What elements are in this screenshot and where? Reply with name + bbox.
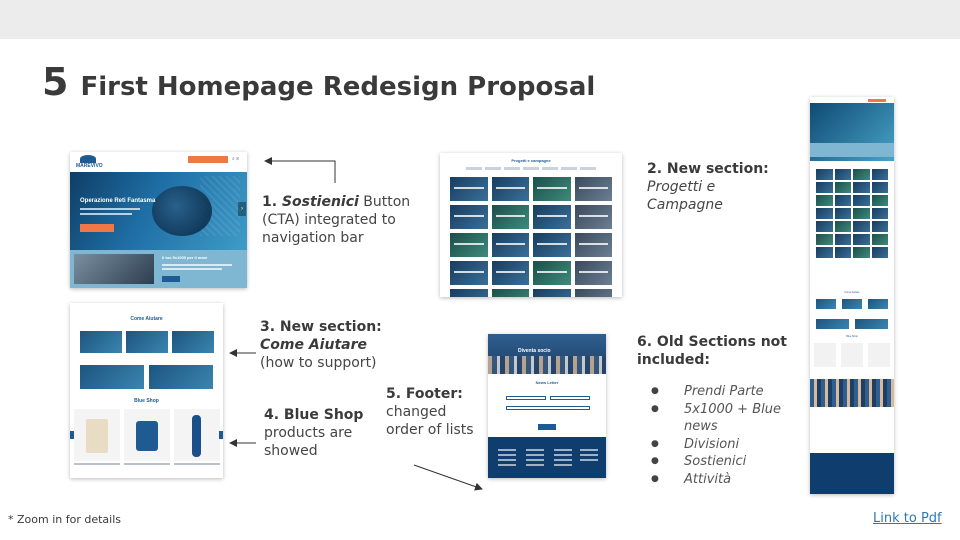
footer-screenshot: Diventa socio News Letter <box>488 334 606 478</box>
mock-carousel-arrow-icon: › <box>238 202 246 216</box>
list-item: Sostienici <box>651 453 801 471</box>
marevivo-logo: MAREVIVO <box>76 155 103 169</box>
slide-title: 5 First Homepage Redesign Proposal <box>42 60 595 104</box>
slide-title-text: First Homepage Redesign Proposal <box>80 72 596 102</box>
note-footer: 5. Footer: changed order of lists <box>386 386 474 438</box>
note-blue-shop: 4. Blue Shop products are showed <box>264 407 364 459</box>
mock-nav-bar: MAREVIVO ⌕ ≡ <box>70 152 247 172</box>
note-projects-section: 2. New section: Progetti e Campagne <box>647 161 769 213</box>
mock-blue-shop-title: Blue Shop <box>134 398 159 404</box>
mock-search-icon: ⌕ ≡ <box>232 156 240 162</box>
arrow-to-footer <box>413 464 483 491</box>
slide-number: 5 <box>42 60 69 104</box>
mock-crowd-photo: Diventa socio <box>488 334 606 374</box>
list-item: Divisioni <box>651 436 801 454</box>
mock-product-bottle <box>174 409 220 461</box>
mock-product-pouch <box>124 409 170 461</box>
note-old-sections: 6. Old Sections not included: <box>637 334 787 368</box>
mock-product-bag <box>74 409 120 461</box>
mock-filter-tabs <box>440 167 622 170</box>
mock-5x1000-band: Il tuo 5x1000 per il mare <box>70 250 247 288</box>
old-sections-list: Prendi Parte 5x1000 + Blue news Division… <box>651 383 801 488</box>
mock-newsletter-title: News Letter <box>535 380 559 385</box>
mock-hero-banner: Operazione Reti Fantasma › <box>70 172 247 250</box>
zoom-footnote: * Zoom in for details <box>8 513 121 526</box>
list-item: Prendi Parte <box>651 383 801 401</box>
full-homepage-screenshot: Come Aiutare Blue Shop <box>810 97 894 494</box>
note-cta-button: 1. Sostienici Button (CTA) integrated to… <box>262 194 411 246</box>
mock-come-aiutare-title: Come Aiutare <box>130 316 163 322</box>
pdf-link[interactable]: Link to Pdf <box>873 511 942 526</box>
mock-hero-button <box>80 224 114 232</box>
mock-projects-title: Progetti e campagne <box>511 158 551 163</box>
mock-band-title: Il tuo 5x1000 per il mare <box>162 255 208 260</box>
projects-section-screenshot: Progetti e campagne <box>440 153 622 297</box>
list-item: 5x1000 + Blue news <box>651 401 801 436</box>
homepage-header-screenshot: MAREVIVO ⌕ ≡ Operazione Reti Fantasma › … <box>70 152 247 288</box>
arrow-to-cta <box>264 157 336 183</box>
mock-hero-title: Operazione Reti Fantasma <box>80 198 156 204</box>
note-come-aiutare-section: 3. New section: Come Aiutare (how to sup… <box>260 319 382 371</box>
mock-sostienici-button <box>188 156 228 163</box>
mock-subscribe-button <box>538 424 556 430</box>
top-bar <box>0 0 960 39</box>
support-shop-screenshot: Come Aiutare Blue Shop <box>70 303 223 478</box>
mock-projects-grid <box>450 177 612 297</box>
list-item: Attività <box>651 471 801 489</box>
mock-footer-block <box>488 437 606 478</box>
